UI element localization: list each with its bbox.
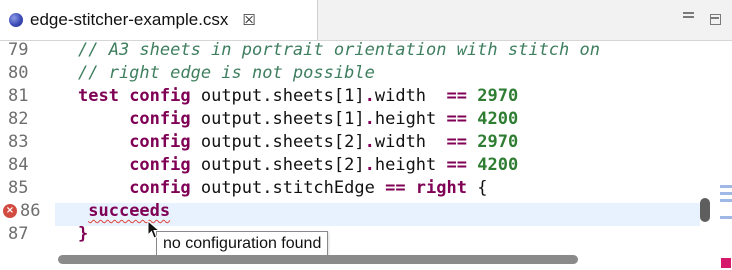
code-token: } <box>78 224 89 244</box>
code-token: 4200 <box>477 109 519 129</box>
code-token: // A3 sheets in portrait orientation wit… <box>78 40 600 60</box>
error-ruler-marker[interactable] <box>721 258 731 268</box>
line-number: 85 <box>8 178 29 198</box>
overview-ruler[interactable] <box>712 41 732 270</box>
code-token: == <box>446 86 478 106</box>
code-line[interactable]: 82 config output.sheets[1].height == 420… <box>0 108 700 131</box>
code-line[interactable]: 84 config output.sheets[2].height == 420… <box>0 154 700 177</box>
line-number: 83 <box>8 132 29 152</box>
code-token: // right edge is not possible <box>78 63 375 83</box>
code-token: == <box>446 109 478 129</box>
code-token: output.sheets[2] <box>200 132 365 152</box>
code-token: height <box>374 155 447 175</box>
error-icon[interactable]: × <box>3 204 17 218</box>
vertical-scrollbar-thumb[interactable] <box>700 198 710 222</box>
code-token: . <box>364 132 375 152</box>
code-token: config <box>129 86 201 106</box>
code-line[interactable]: 79 // A3 sheets in portrait orientation w… <box>0 39 700 62</box>
horizontal-scrollbar-thumb[interactable] <box>58 255 578 264</box>
line-number: 84 <box>8 155 29 175</box>
code-token: { <box>477 178 488 198</box>
maximize-icon[interactable] <box>710 14 721 25</box>
code-token: test <box>78 86 130 106</box>
code-token: 2970 <box>477 132 519 152</box>
line-number: 79 <box>8 40 29 60</box>
code-line[interactable]: 80 // right edge is not possible <box>0 62 700 85</box>
line-number: 86 <box>20 201 41 221</box>
editor-tab[interactable]: edge-stitcher-example.csx ☒ <box>0 0 318 40</box>
code-text: // A3 sheets in portrait orientation wit… <box>78 39 600 62</box>
code-line[interactable]: 85 config output.stitchEdge == right { <box>0 177 700 200</box>
ruler-marker[interactable] <box>720 192 732 195</box>
code-token: == <box>385 178 416 198</box>
code-token: . <box>364 155 375 175</box>
line-number: 87 <box>8 224 29 244</box>
code-token: . <box>364 109 375 129</box>
minimize-icon[interactable] <box>682 10 696 20</box>
line-number: 81 <box>8 86 29 106</box>
code-token: width <box>374 86 447 106</box>
code-token: output.sheets[1] <box>200 86 365 106</box>
line-number: 82 <box>8 109 29 129</box>
code-token: 2970 <box>477 86 519 106</box>
tab-title: edge-stitcher-example.csx <box>30 10 229 29</box>
code-text: config output.stitchEdge == right { <box>78 177 487 200</box>
code-text: config output.sheets[1].height == 4200 <box>78 108 518 131</box>
error-tooltip: no configuration found <box>156 231 329 257</box>
ruler-marker[interactable] <box>720 199 732 202</box>
code-line[interactable]: 83 config output.sheets[2].width == 2970 <box>0 131 700 154</box>
close-icon[interactable]: ☒ <box>242 11 255 29</box>
code-token: output.sheets[2] <box>200 155 365 175</box>
csx-file-icon <box>9 13 23 27</box>
mouse-pointer-icon <box>147 220 161 239</box>
editor-tab-bar: edge-stitcher-example.csx ☒ <box>0 0 732 41</box>
code-text: // right edge is not possible <box>78 62 375 85</box>
code-line[interactable]: × 86 succeeds <box>0 200 700 223</box>
line-number: 80 <box>8 63 29 83</box>
ruler-marker[interactable] <box>720 216 732 219</box>
code-token: output.stitchEdge <box>200 178 386 198</box>
code-line[interactable]: 81 test config output.sheets[1].width == … <box>0 85 700 108</box>
code-editor[interactable]: 79 // A3 sheets in portrait orientation w… <box>0 39 712 253</box>
code-token: height <box>374 109 447 129</box>
code-text: test config output.sheets[1].width == 29… <box>78 85 518 108</box>
code-token: config <box>129 155 201 175</box>
code-text: config output.sheets[2].width == 2970 <box>78 131 518 154</box>
code-text: config output.sheets[2].height == 4200 <box>78 154 518 177</box>
code-token: config <box>129 178 201 198</box>
code-token: config <box>129 132 201 152</box>
code-line[interactable]: 87} <box>0 223 700 246</box>
code-token: width <box>374 132 447 152</box>
code-token: output.sheets[1] <box>200 109 365 129</box>
code-text: } <box>78 223 88 246</box>
code-token: . <box>364 86 375 106</box>
ruler-marker[interactable] <box>720 185 732 188</box>
code-token: config <box>129 109 201 129</box>
code-token: right <box>415 178 478 198</box>
code-token: 4200 <box>477 155 519 175</box>
code-token: == <box>446 132 478 152</box>
code-token: == <box>446 155 478 175</box>
code-token: succeeds <box>88 201 171 221</box>
